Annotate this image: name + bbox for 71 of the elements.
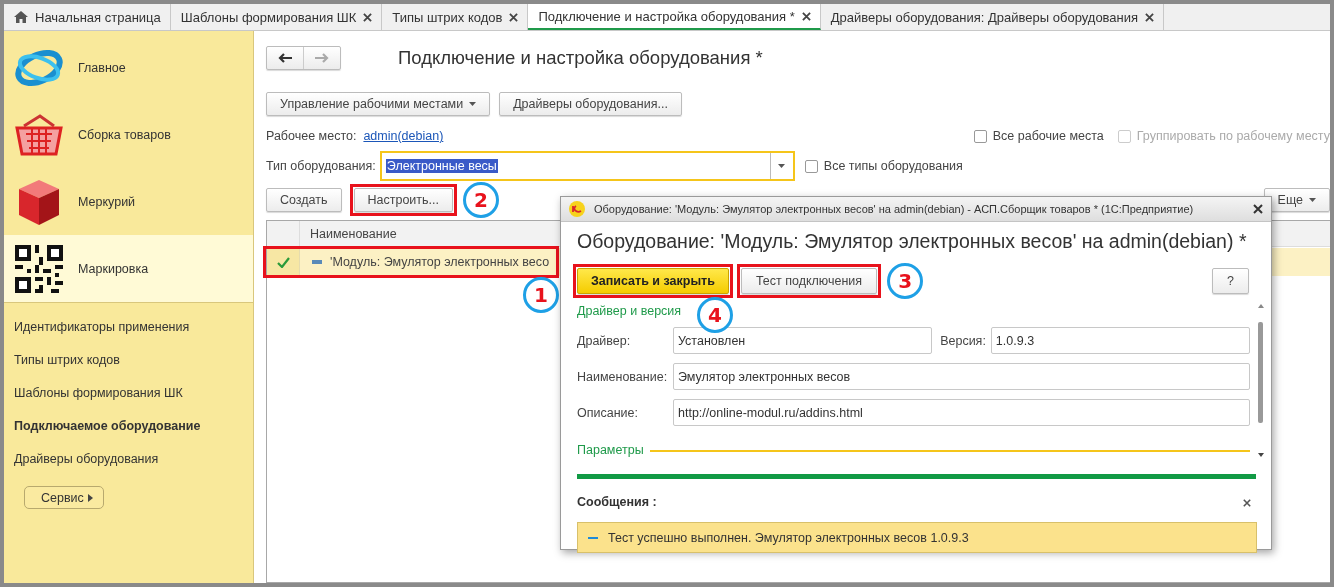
tab[interactable]: Подключение и настройка оборудования * (528, 4, 821, 30)
forward-arrow-icon (315, 53, 329, 63)
tab[interactable]: Начальная страница (4, 4, 171, 30)
toolbar-button[interactable]: Управление рабочими местами (266, 92, 491, 116)
close-icon[interactable] (1243, 499, 1251, 507)
text-field[interactable]: http://online-modul.ru/addins.html (673, 399, 1250, 426)
section-item[interactable]: Сборка товаров (4, 101, 253, 168)
callout-number: 2 (463, 182, 499, 218)
close-icon[interactable] (363, 12, 373, 22)
section-title: Параметры (577, 443, 644, 457)
nav-link[interactable]: Драйверы оборудования (14, 451, 253, 468)
field-label: Драйвер: (577, 333, 632, 348)
scroll-down-icon[interactable] (1257, 453, 1264, 457)
close-icon[interactable] (1145, 12, 1155, 22)
workplace-link[interactable]: admin(debian) (363, 129, 444, 143)
tab[interactable]: Драйверы оборудования: Драйверы оборудования (820, 4, 1165, 30)
caret-icon (87, 493, 93, 502)
nav-link[interactable]: Подключаемое оборудование (14, 418, 253, 435)
nav-link[interactable]: Шаблоны формирования ШК (14, 385, 253, 402)
back-arrow-icon (278, 53, 292, 63)
section-item[interactable]: Маркировка (4, 235, 253, 302)
text-field[interactable]: Эмулятор электронных весов (673, 363, 1250, 390)
table-cell: 'Модуль: Эмулятор электронных весо (330, 255, 550, 269)
close-icon[interactable] (509, 12, 519, 22)
callout-number: 1 (523, 277, 559, 313)
checkbox-label: Все рабочие места (992, 129, 1104, 143)
scroll-up-icon[interactable] (1257, 304, 1264, 308)
text-field[interactable]: Установлен (673, 327, 933, 354)
dialog-button[interactable]: Тест подключения (740, 268, 878, 294)
action-button[interactable]: Настроить... (353, 188, 453, 212)
section-title: Драйвер и версия (577, 304, 682, 318)
section-item[interactable]: Главное (4, 34, 253, 101)
close-icon[interactable] (801, 11, 811, 21)
dialog-button[interactable]: Записать и закрыть (577, 268, 729, 294)
close-icon[interactable] (1253, 204, 1263, 214)
field-label: Тип оборудования: (266, 159, 376, 173)
scrollbar[interactable] (1256, 302, 1265, 457)
message-text: Тест успешно выполнен. Эмулятор электронных весов 1.0.9.3 (608, 530, 969, 545)
item-icon (312, 260, 322, 264)
nav-link[interactable]: Типы штрих кодов (14, 352, 253, 369)
page-title: Подключение и настройка оборудования * (398, 47, 763, 69)
dash-icon (588, 536, 598, 539)
app-logo-icon (569, 201, 585, 217)
window-title: Оборудование: 'Модуль: Эмулятор электронных весов' на admin(debian) - АСП.Сборщик товаров * (1С:Предприятие) (594, 203, 1194, 215)
checkbox-label: Все типы оборудования (823, 159, 963, 173)
callout-number: 4 (696, 297, 733, 333)
field-label: Рабочее место: (266, 129, 357, 143)
messages-title: Сообщения : (577, 494, 657, 509)
field-label: Наименование: (577, 369, 669, 384)
home-icon (14, 11, 28, 23)
caret-icon (778, 164, 786, 168)
more-button[interactable]: Еще (1263, 188, 1330, 212)
nav-link[interactable]: Идентификаторы применения (14, 319, 253, 336)
qr-code-icon (15, 244, 63, 293)
help-button[interactable]: ? (1212, 268, 1249, 294)
section-item[interactable]: Меркурий (4, 168, 253, 235)
checkbox-label: Группировать по рабочему месту (1136, 129, 1330, 143)
text-field[interactable]: 1.0.9.3 (990, 327, 1250, 354)
action-button[interactable]: Создать (266, 188, 342, 212)
equipment-type-field[interactable]: Электронные весы (379, 151, 795, 181)
column-header[interactable]: Наименование (300, 221, 397, 246)
dialog-heading: Оборудование: 'Модуль: Эмулятор электронных весов' на admin(debian) * (577, 230, 1248, 253)
field-label: Версия: (940, 333, 986, 348)
service-button[interactable]: Сервис (24, 486, 104, 509)
checkbox[interactable] (973, 129, 987, 143)
field-label: Описание: (577, 405, 639, 420)
checkbox[interactable] (804, 159, 818, 173)
callout-number: 3 (887, 263, 924, 299)
tab[interactable]: Шаблоны формирования ШК (170, 4, 383, 30)
toolbar-button[interactable]: Драйверы оборудования... (499, 92, 682, 116)
caret-icon (1309, 198, 1316, 202)
